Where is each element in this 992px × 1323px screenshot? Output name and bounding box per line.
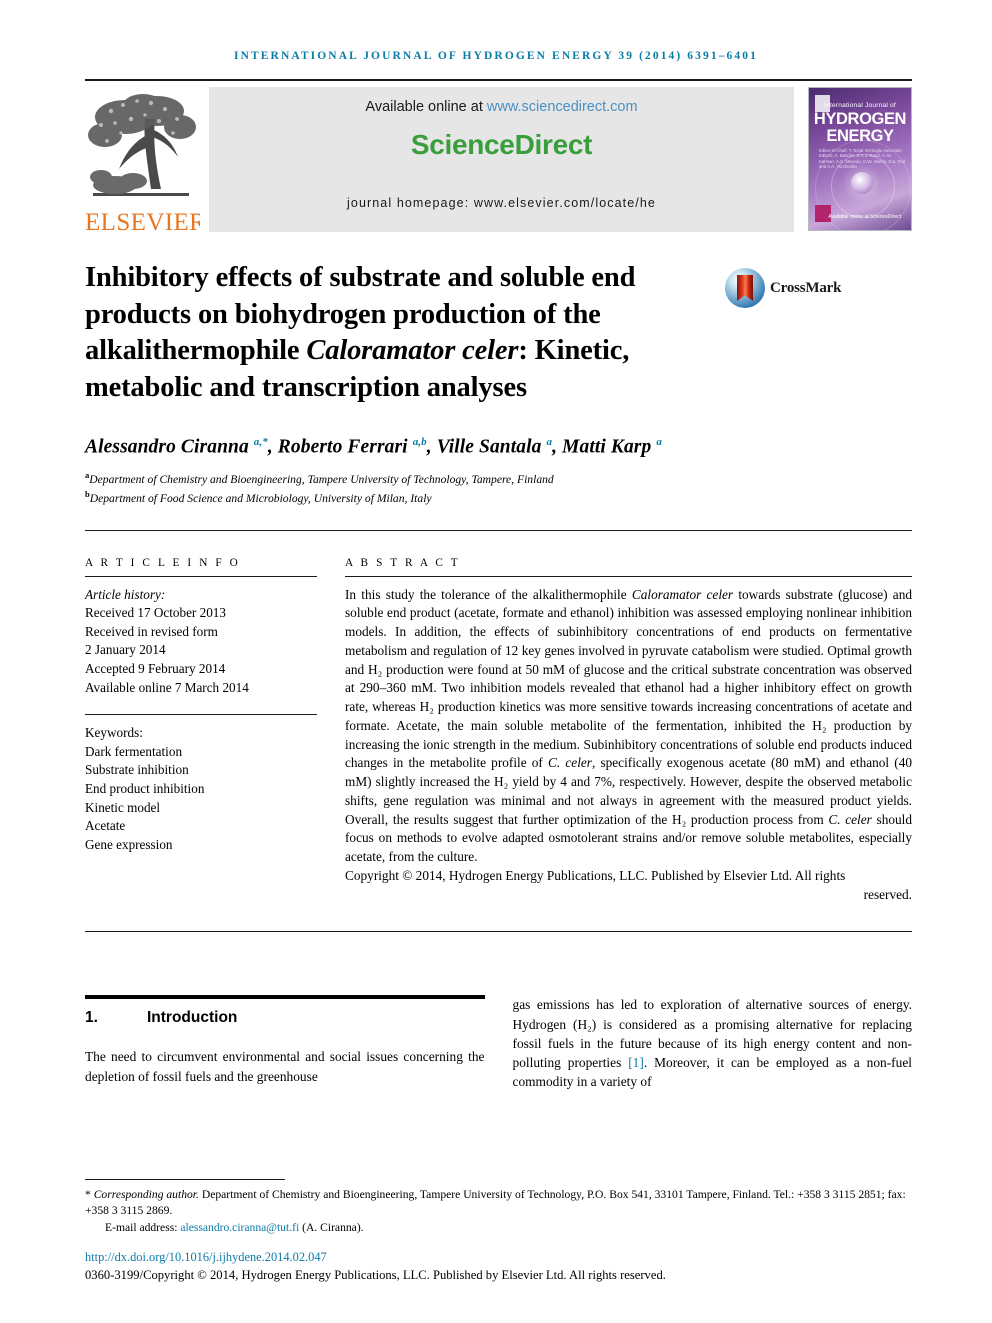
divider-below-abstract [85, 931, 912, 933]
intro-text-left: The need to circumvent environmental and… [85, 1049, 485, 1084]
abstract-species-1: Caloramator celer [631, 586, 734, 602]
page-footer: * Corresponding author. Department of Ch… [85, 1179, 912, 1283]
section-number: 1. [85, 1009, 98, 1027]
section-heading-rule [85, 995, 485, 1000]
keyword-item: End product inhibition [85, 780, 205, 796]
abstract-text-1: In this study the tolerance of the alkal… [345, 586, 632, 602]
journal-cover-thumbnail: International Journal of HYDROGEN ENERGY… [808, 87, 912, 231]
article-info-heading: A R T I C L E I N F O [85, 556, 241, 569]
intro-text-right: gas emissions has led to exploration of … [513, 995, 913, 1091]
crossmark-ribbon-icon [737, 275, 753, 301]
email-label: E-mail address: [105, 1221, 181, 1234]
elsevier-logo: ELSEVIER [85, 87, 200, 235]
article-history-label: Article history: [85, 586, 166, 602]
email-note: E-mail address: alessandro.ciranna@tut.f… [85, 1220, 912, 1236]
intro-paragraph-right: gas emissions has led to exploration of … [513, 995, 913, 1091]
history-item: Accepted 9 February 2014 [85, 661, 226, 676]
available-online-line: Available online at www.sciencedirect.co… [365, 99, 637, 115]
footnote-divider [85, 1179, 285, 1180]
email-suffix: (A. Ciranna). [299, 1221, 364, 1234]
keyword-item: Dark fermentation [85, 743, 183, 759]
abstract-species-3: C. celer [828, 811, 872, 827]
keyword-item: Substrate inhibition [85, 762, 189, 778]
article-history-block: Article history: Received 17 October 201… [85, 586, 317, 698]
keywords-label: Keywords: [85, 725, 143, 741]
history-item: Received in revised form [85, 623, 218, 639]
divider-above-abstract [85, 529, 912, 531]
abstract-paragraph: In this study the tolerance of the alkal… [345, 586, 912, 867]
affiliation-a-text: Department of Chemistry and Bioengineeri… [89, 472, 554, 486]
keyword-item: Gene expression [85, 836, 173, 852]
keywords-block: Keywords: Dark fermentation Substrate in… [85, 724, 317, 854]
elsevier-wordmark: ELSEVIER [85, 210, 200, 235]
cover-journal-name: HYDROGEN ENERGY [809, 111, 911, 145]
author-list: Alessandro Ciranna a,*, Roberto Ferrari … [85, 436, 662, 458]
cover-sciencedirect-mark: Available online at ScienceDirect [828, 214, 901, 220]
crossmark-icon [725, 268, 765, 308]
history-item: Received 17 October 2013 [85, 605, 226, 621]
body-column-left: 1. Introduction The need to circumvent e… [85, 995, 485, 1091]
body-column-right: gas emissions has led to exploration of … [513, 995, 913, 1091]
section-heading-introduction: 1. Introduction [85, 1009, 485, 1027]
cover-name-line2: ENERGY [826, 127, 894, 145]
corresponding-author-marker: * [85, 1188, 91, 1201]
history-item: Available online 7 March 2014 [85, 679, 249, 695]
journal-homepage-line[interactable]: journal homepage: www.elsevier.com/locat… [347, 196, 656, 210]
email-link[interactable]: alessandro.ciranna@tut.fi [180, 1221, 299, 1234]
section-title: Introduction [147, 1009, 238, 1027]
keywords-rule [85, 714, 317, 716]
running-head: International Journal of Hydrogen Energy… [234, 50, 758, 62]
sciencedirect-url-link[interactable]: www.sciencedirect.com [487, 99, 638, 115]
abstract-rule [345, 575, 912, 577]
journal-article-page: International Journal of Hydrogen Energy… [0, 0, 992, 1323]
info-abstract-region: A R T I C L E I N F O Article history: R… [85, 557, 912, 905]
reference-link-1[interactable]: [1] [628, 1055, 644, 1070]
keyword-item: Acetate [85, 818, 126, 834]
corresponding-author-label: Corresponding author. [93, 1188, 199, 1201]
corresponding-author-text: Department of Chemistry and Bioengineeri… [85, 1188, 906, 1217]
article-info-column: A R T I C L E I N F O Article history: R… [85, 557, 317, 905]
crossmark-badge[interactable]: CrossMark [725, 268, 841, 308]
abstract-column: A B S T R A C T In this study the tolera… [345, 557, 912, 905]
doi-link[interactable]: http://dx.doi.org/10.1016/j.ijhydene.201… [85, 1250, 912, 1265]
elsevier-tree-icon [85, 89, 197, 207]
abstract-text-2: towards substrate (glucose) and soluble … [345, 586, 912, 771]
history-item: 2 January 2014 [85, 642, 166, 658]
keyword-item: Kinetic model [85, 799, 161, 815]
journal-masthead: ELSEVIER Available online at www.science… [85, 79, 912, 235]
article-info-rule [85, 575, 317, 577]
title-row: Inhibitory effects of substrate and solu… [85, 260, 912, 406]
affiliations: aDepartment of Chemistry and Bioengineer… [85, 468, 912, 506]
corresponding-author-note: * Corresponding author. Department of Ch… [85, 1187, 912, 1219]
sciencedirect-wordmark[interactable]: ScienceDirect [411, 129, 593, 161]
abstract-body: In this study the tolerance of the alkal… [345, 586, 912, 905]
abstract-species-2: C. celer [548, 755, 592, 771]
affiliation-b-text: Department of Food Science and Microbiol… [89, 491, 432, 505]
title-species-name: Caloramator celer [306, 335, 519, 366]
abstract-copyright-last: reserved. [863, 886, 912, 902]
abstract-heading: A B S T R A C T [345, 556, 461, 569]
cover-name-line1: HYDROGEN [813, 110, 907, 128]
issn-copyright-line: 0360-3199/Copyright © 2014, Hydrogen Ene… [85, 1268, 666, 1282]
page-title: Inhibitory effects of substrate and solu… [85, 260, 725, 406]
cover-editors-text: Editor-in-Chief: T. Nejat Veziroglu Asso… [819, 148, 905, 170]
abstract-copyright: Copyright © 2014, Hydrogen Energy Public… [345, 867, 846, 883]
cover-line-top: International Journal of [824, 102, 896, 109]
body-columns: 1. Introduction The need to circumvent e… [85, 995, 912, 1091]
affiliation-b: bDepartment of Food Science and Microbio… [85, 487, 912, 506]
crossmark-label: CrossMark [770, 279, 842, 296]
available-online-prefix: Available online at [365, 99, 487, 115]
intro-paragraph-left: The need to circumvent environmental and… [85, 1047, 485, 1085]
affiliation-a: aDepartment of Chemistry and Bioengineer… [85, 468, 912, 487]
sciencedirect-banner: Available online at www.sciencedirect.co… [209, 87, 794, 232]
cover-orb-graphic [851, 172, 873, 194]
